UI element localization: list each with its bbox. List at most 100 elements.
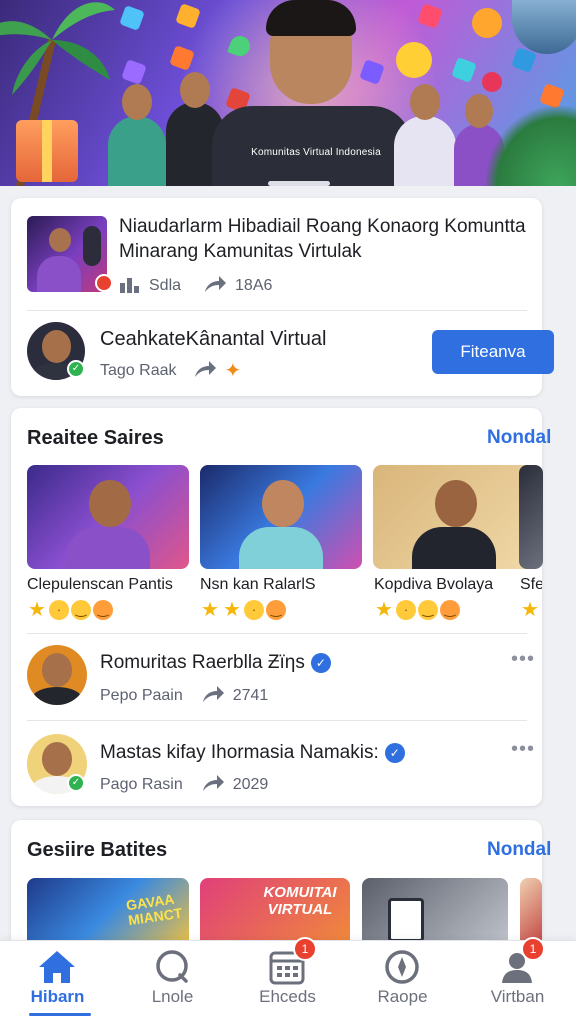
host-name[interactable]: CeahkateKânantal Virtual xyxy=(100,328,326,351)
star-icon: ★ xyxy=(201,599,219,621)
event-tile[interactable]: KOMUITAI VIRTUAL xyxy=(200,878,350,948)
tile-name: Nsn kan RalarlS xyxy=(200,576,316,593)
host-meta: Tago Raak ✦ xyxy=(100,359,241,383)
nav-item-search[interactable]: Lnole xyxy=(115,941,230,1024)
hero-person xyxy=(108,84,166,186)
emoji-icon: · xyxy=(396,600,416,620)
post-meta: Pepo Paain 2741 xyxy=(100,684,268,708)
emoji-icon xyxy=(472,8,502,38)
floating-cube xyxy=(121,59,147,85)
stream-tile[interactable] xyxy=(373,465,535,569)
lamp-illustration xyxy=(512,0,576,54)
online-badge-icon: ✓ xyxy=(67,774,85,792)
stream-tile[interactable] xyxy=(200,465,362,569)
emoji-icon: · xyxy=(244,600,264,620)
share-icon[interactable] xyxy=(193,359,217,383)
post-author: Pago Rasin xyxy=(100,776,183,793)
nav-label: Ehceds xyxy=(259,987,316,1006)
floating-cube xyxy=(539,83,565,109)
share-icon[interactable] xyxy=(201,773,225,797)
emoji-icon: ‿ xyxy=(418,600,438,620)
featured-title[interactable]: Niaudarlarm Hibadiail Roang Konaorg Komu… xyxy=(119,214,529,264)
share-icon[interactable] xyxy=(203,274,227,298)
drag-handle[interactable] xyxy=(268,181,330,186)
event-tile-text: GAVAA MIANCT xyxy=(125,890,184,929)
host-sub: Tago Raak xyxy=(100,362,177,379)
event-tile[interactable]: GAVAA MIANCT xyxy=(27,878,189,948)
search-icon xyxy=(156,950,188,983)
floating-cube xyxy=(119,5,145,31)
floating-cube xyxy=(451,57,477,83)
reaction-row: ★ · ‿ ‿ xyxy=(27,600,113,620)
hero-banner[interactable]: Komunitas Virtual Indonesia xyxy=(0,0,576,186)
online-badge-icon: ✓ xyxy=(67,360,85,378)
reaction-row: ★ · ‿ ‿ xyxy=(374,600,460,620)
post-author: Pepo Paain xyxy=(100,687,183,704)
divider xyxy=(27,633,527,634)
chart-icon xyxy=(119,274,141,298)
post-meta: Pago Rasin 2029 xyxy=(100,773,268,797)
section-title: Gesiire Batites xyxy=(27,839,168,861)
event-tile-text: KOMUITAI VIRTUAL xyxy=(263,884,337,918)
featured-meta: Sdla 18A6 xyxy=(119,274,272,298)
notification-badge: 1 xyxy=(521,937,545,961)
nav-item-events[interactable]: 1 Ehceds xyxy=(230,937,345,1024)
star-icon: ★ xyxy=(28,599,46,621)
post-title[interactable]: Romuritas Raerblla Ƶïƞs ✓ xyxy=(100,652,331,674)
notification-badge: 1 xyxy=(293,937,317,961)
featured-meta-label: Sdla xyxy=(149,277,182,294)
emoji-icon: ‿ xyxy=(93,600,113,620)
tablet-icon xyxy=(388,898,424,942)
section-title: Reaitee Saires xyxy=(27,427,164,449)
hero-caption: Komunitas Virtual Indonesia xyxy=(251,147,381,158)
post-title[interactable]: Mastas kifay Ihormasia Namakis: ✓ xyxy=(100,742,405,764)
verified-icon: ✓ xyxy=(384,742,405,763)
verified-icon: ✓ xyxy=(310,652,331,673)
nav-label: Hibarn xyxy=(30,987,85,1006)
gift-box-illustration xyxy=(16,120,78,182)
tile-name: Kopdiva Bvolaya xyxy=(374,576,494,593)
home-icon xyxy=(39,951,75,983)
nav-item-explore[interactable]: Raope xyxy=(345,941,460,1024)
nav-label: Lnole xyxy=(151,987,194,1006)
post-title-text: Romuritas Raerblla Ƶïƞs xyxy=(100,652,305,673)
featured-meta-count: 18A6 xyxy=(235,277,273,294)
nav-item-home[interactable]: Hibarn xyxy=(0,941,115,1024)
hero-main-person xyxy=(212,0,412,186)
nav-item-profile[interactable]: 1 Virtban xyxy=(460,937,575,1024)
live-indicator-icon xyxy=(95,274,113,292)
tile-name: Sfedial Ir xyxy=(520,576,542,593)
share-icon[interactable] xyxy=(201,684,225,708)
emoji-icon: ‿ xyxy=(71,600,91,620)
star-icon: ★ xyxy=(223,599,241,621)
see-all-link[interactable]: Nondal xyxy=(487,839,551,861)
compass-icon xyxy=(385,950,419,984)
tile-name: Clepulenscan Pantis xyxy=(27,576,173,593)
event-tile[interactable] xyxy=(362,878,508,948)
reaction-row: ★ xyxy=(520,600,542,620)
featured-card[interactable]: Niaudarlarm Hibadiail Roang Konaorg Komu… xyxy=(11,198,554,396)
divider xyxy=(27,720,527,721)
more-options-icon[interactable]: ••• xyxy=(511,738,535,761)
star-icon: ★ xyxy=(375,599,393,621)
floating-balloon xyxy=(479,69,505,95)
join-button[interactable]: Fiteanva xyxy=(432,330,554,374)
emoji-icon: · xyxy=(49,600,69,620)
post-avatar[interactable] xyxy=(27,645,87,705)
nav-label: Virtban xyxy=(490,987,545,1006)
post-title-text: Mastas kifay Ihormasia Namakis: xyxy=(100,742,379,763)
bottom-navigation: Hibarn Lnole 1 Ehceds Raope 1 Virtban xyxy=(0,937,576,1024)
leaf-illustration xyxy=(486,106,576,186)
more-options-icon[interactable]: ••• xyxy=(511,648,535,671)
nav-label: Raope xyxy=(377,987,428,1006)
post-count: 2741 xyxy=(232,687,269,704)
stream-tile[interactable] xyxy=(519,465,543,569)
emoji-icon: ‿ xyxy=(440,600,460,620)
see-all-link[interactable]: Nondal xyxy=(487,427,551,449)
section-card-1: Reaitee Saires Nondal Clepulenscan Panti… xyxy=(11,408,551,806)
stream-tile[interactable] xyxy=(27,465,189,569)
reaction-row: ★ ★ · ‿ xyxy=(200,600,286,620)
post-count: 2029 xyxy=(232,776,269,793)
active-indicator xyxy=(29,1013,91,1016)
star-icon: ★ xyxy=(521,600,539,620)
